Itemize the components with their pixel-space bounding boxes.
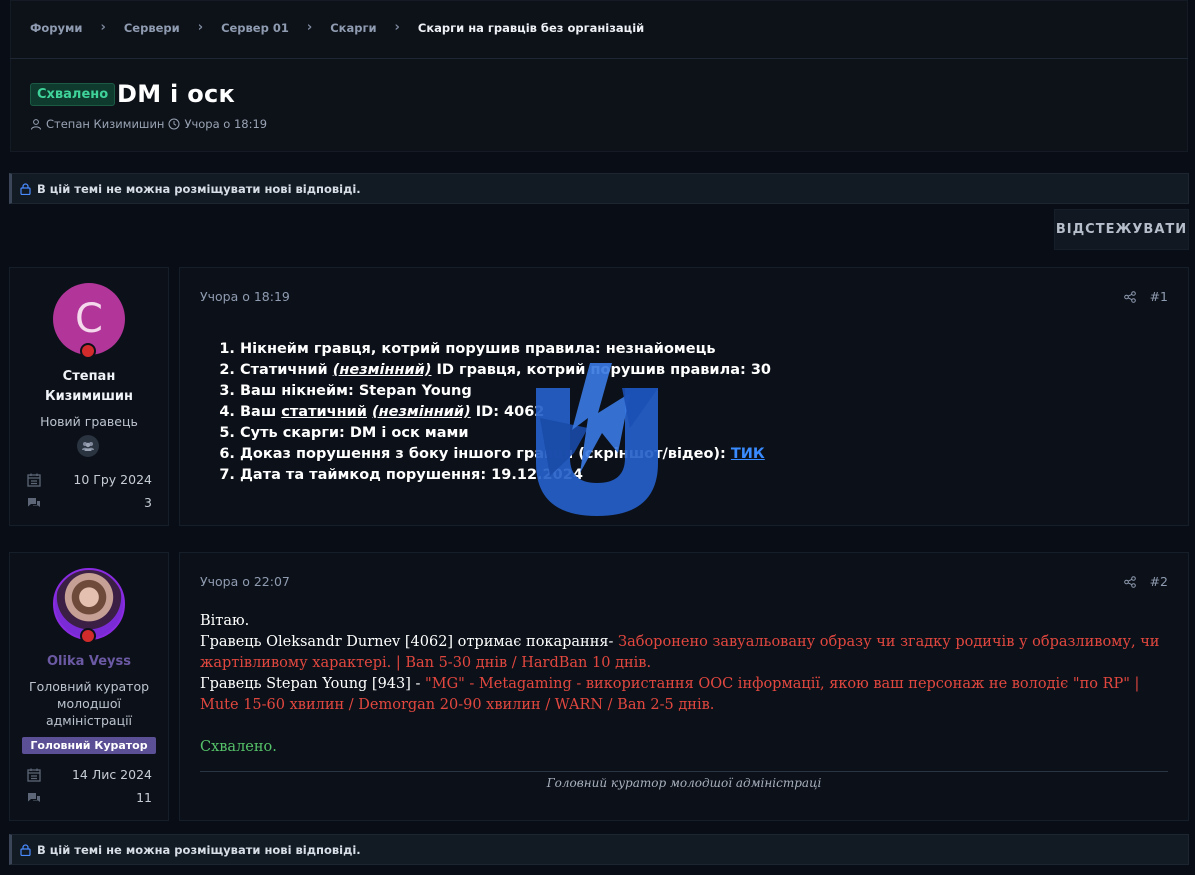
chevron-right-icon: › (100, 20, 106, 35)
message-count: 11 (136, 790, 152, 805)
chevron-right-icon: › (394, 20, 400, 35)
chevron-right-icon: › (306, 20, 313, 35)
list-item: Суть скарги: DM і оск мами (240, 423, 1100, 444)
thread-time-link[interactable]: Учора о 18:19 (184, 117, 267, 131)
breadcrumb: Форуми › Сервери › Сервер 01 › Скарги › … (30, 20, 644, 35)
report-emphasis: (незмінний) (372, 404, 471, 420)
locked-notice: В цій темі не можна розміщувати нові від… (9, 173, 1189, 204)
share-icon[interactable] (1123, 575, 1136, 588)
post-2-user-card: Olika Veyss Головний куратор молодшої ад… (9, 552, 169, 821)
user-title-line: адміністрації (45, 713, 133, 728)
post-number-group: #2 (1123, 574, 1168, 589)
clock-icon (168, 118, 180, 130)
report-line: Ваш (240, 404, 282, 420)
list-item: Статичний (незмінний) ID гравця, котрий … (240, 360, 1100, 381)
post-number[interactable]: #2 (1150, 574, 1168, 589)
watermark-logo (536, 363, 658, 516)
reply-text: Гравець Stepan Young [943] - (200, 676, 426, 692)
header-divider (10, 58, 1188, 59)
locked-notice: В цій темі не можна розміщувати нові від… (9, 834, 1189, 865)
chevron-right-icon: › (197, 20, 204, 35)
follow-button[interactable]: ВІДСТЕЖУВАТИ (1054, 209, 1189, 250)
messages-icon (28, 498, 40, 507)
breadcrumb-item-current[interactable]: Скарги на гравців без організацій (418, 21, 644, 35)
user-icon (31, 119, 41, 130)
calendar-icon (27, 473, 41, 487)
role-tag: Головний Куратор (22, 737, 156, 754)
reply-approved: Схвалено. (200, 739, 277, 755)
post-number[interactable]: #1 (1150, 289, 1168, 304)
messages-icon (28, 793, 40, 802)
reply-text: Гравець Oleksandr Durnev [4062] отримає … (200, 634, 619, 650)
breadcrumb-item-complaints[interactable]: Скарги (330, 21, 376, 35)
report-line: Суть скарги: DM і оск мами (240, 425, 469, 441)
locked-notice-text: В цій темі не можна розміщувати нові від… (37, 181, 361, 196)
user-title-line: молодшої (57, 696, 121, 711)
reply-greeting: Вітаю. (200, 613, 250, 629)
breadcrumb-item-forums[interactable]: Форуми (30, 21, 83, 35)
group-icon (77, 435, 99, 457)
joined-date: 10 Гру 2024 (73, 472, 152, 487)
report-line: Статичний (240, 362, 333, 378)
list-item: Дата та таймкод порушення: 19.12.2024 (240, 465, 1100, 486)
post-2: Учора о 22:07 #2 Вітаю. Гравець Oleksand… (179, 552, 1189, 821)
list-item: Ваш нікнейм: Stepan Young (240, 381, 1100, 402)
post-number-group: #1 (1123, 289, 1168, 304)
report-emphasis: статичний (281, 404, 367, 420)
list-item: Нікнейм гравця, котрий порушив правила: … (240, 339, 1100, 360)
reply-paragraph: Гравець Oleksandr Durnev [4062] отримає … (200, 632, 1160, 674)
post-date[interactable]: Учора о 22:07 (200, 574, 290, 589)
joined-date: 14 Лис 2024 (71, 767, 152, 782)
post-1-user-card: С Степан Кизимишин Новий гравець 10 Гру … (9, 267, 169, 526)
breadcrumb-item-servers[interactable]: Сервери (124, 21, 180, 35)
post-body: Вітаю. Гравець Oleksandr Durnev [4062] о… (200, 611, 1160, 758)
report-line: Ваш нікнейм: Stepan Young (240, 383, 472, 399)
locked-notice-text: В цій темі не можна розміщувати нові від… (37, 842, 361, 857)
post-date[interactable]: Учора о 18:19 (200, 289, 290, 304)
report-emphasis: (незмінний) (332, 362, 432, 378)
signature: Головний куратор молодшої адміністраці (546, 776, 822, 790)
page-title: DM і оск (117, 80, 236, 108)
thread-meta: Степан Кизимишин Учора о 18:19 (30, 117, 267, 131)
lock-icon (20, 843, 31, 856)
breadcrumb-item-server-01[interactable]: Сервер 01 (221, 21, 289, 35)
report-line: Нікнейм гравця, котрий порушив правила: … (240, 341, 716, 357)
user-title: Новий гравець (40, 414, 138, 429)
username[interactable]: Степан Кизимишин (10, 367, 168, 407)
thread-author-link[interactable]: Степан Кизимишин (46, 117, 164, 131)
list-item: Доказ порушення з боку іншого гравця (ск… (240, 444, 1100, 465)
status-badge: Схвалено (30, 83, 116, 106)
calendar-icon (27, 768, 41, 782)
user-title-line: Головний куратор (28, 679, 150, 694)
lock-icon (20, 182, 31, 195)
list-item: Ваш статичний (незмінний) ID: 4062 (240, 402, 1100, 423)
evidence-link[interactable]: ТИК (731, 446, 765, 462)
role-tag-wrap: Головний Куратор (10, 734, 168, 754)
user-title: Головний куратор молодшої адміністрації (10, 678, 168, 729)
share-icon[interactable] (1123, 290, 1136, 303)
username-line-2[interactable]: Кизимишин (10, 387, 168, 407)
signature-divider (200, 771, 1168, 772)
status-dot-icon (80, 628, 96, 644)
post-1: Учора о 18:19 #1 Нікнейм гравця, котрий … (179, 267, 1189, 526)
username[interactable]: Olika Veyss (10, 652, 168, 672)
reply-paragraph: Гравець Stepan Young [943] - "MG" - Meta… (200, 674, 1160, 716)
status-dot-icon (80, 343, 96, 359)
message-count: 3 (144, 495, 152, 510)
username-line-1[interactable]: Степан (10, 367, 168, 387)
